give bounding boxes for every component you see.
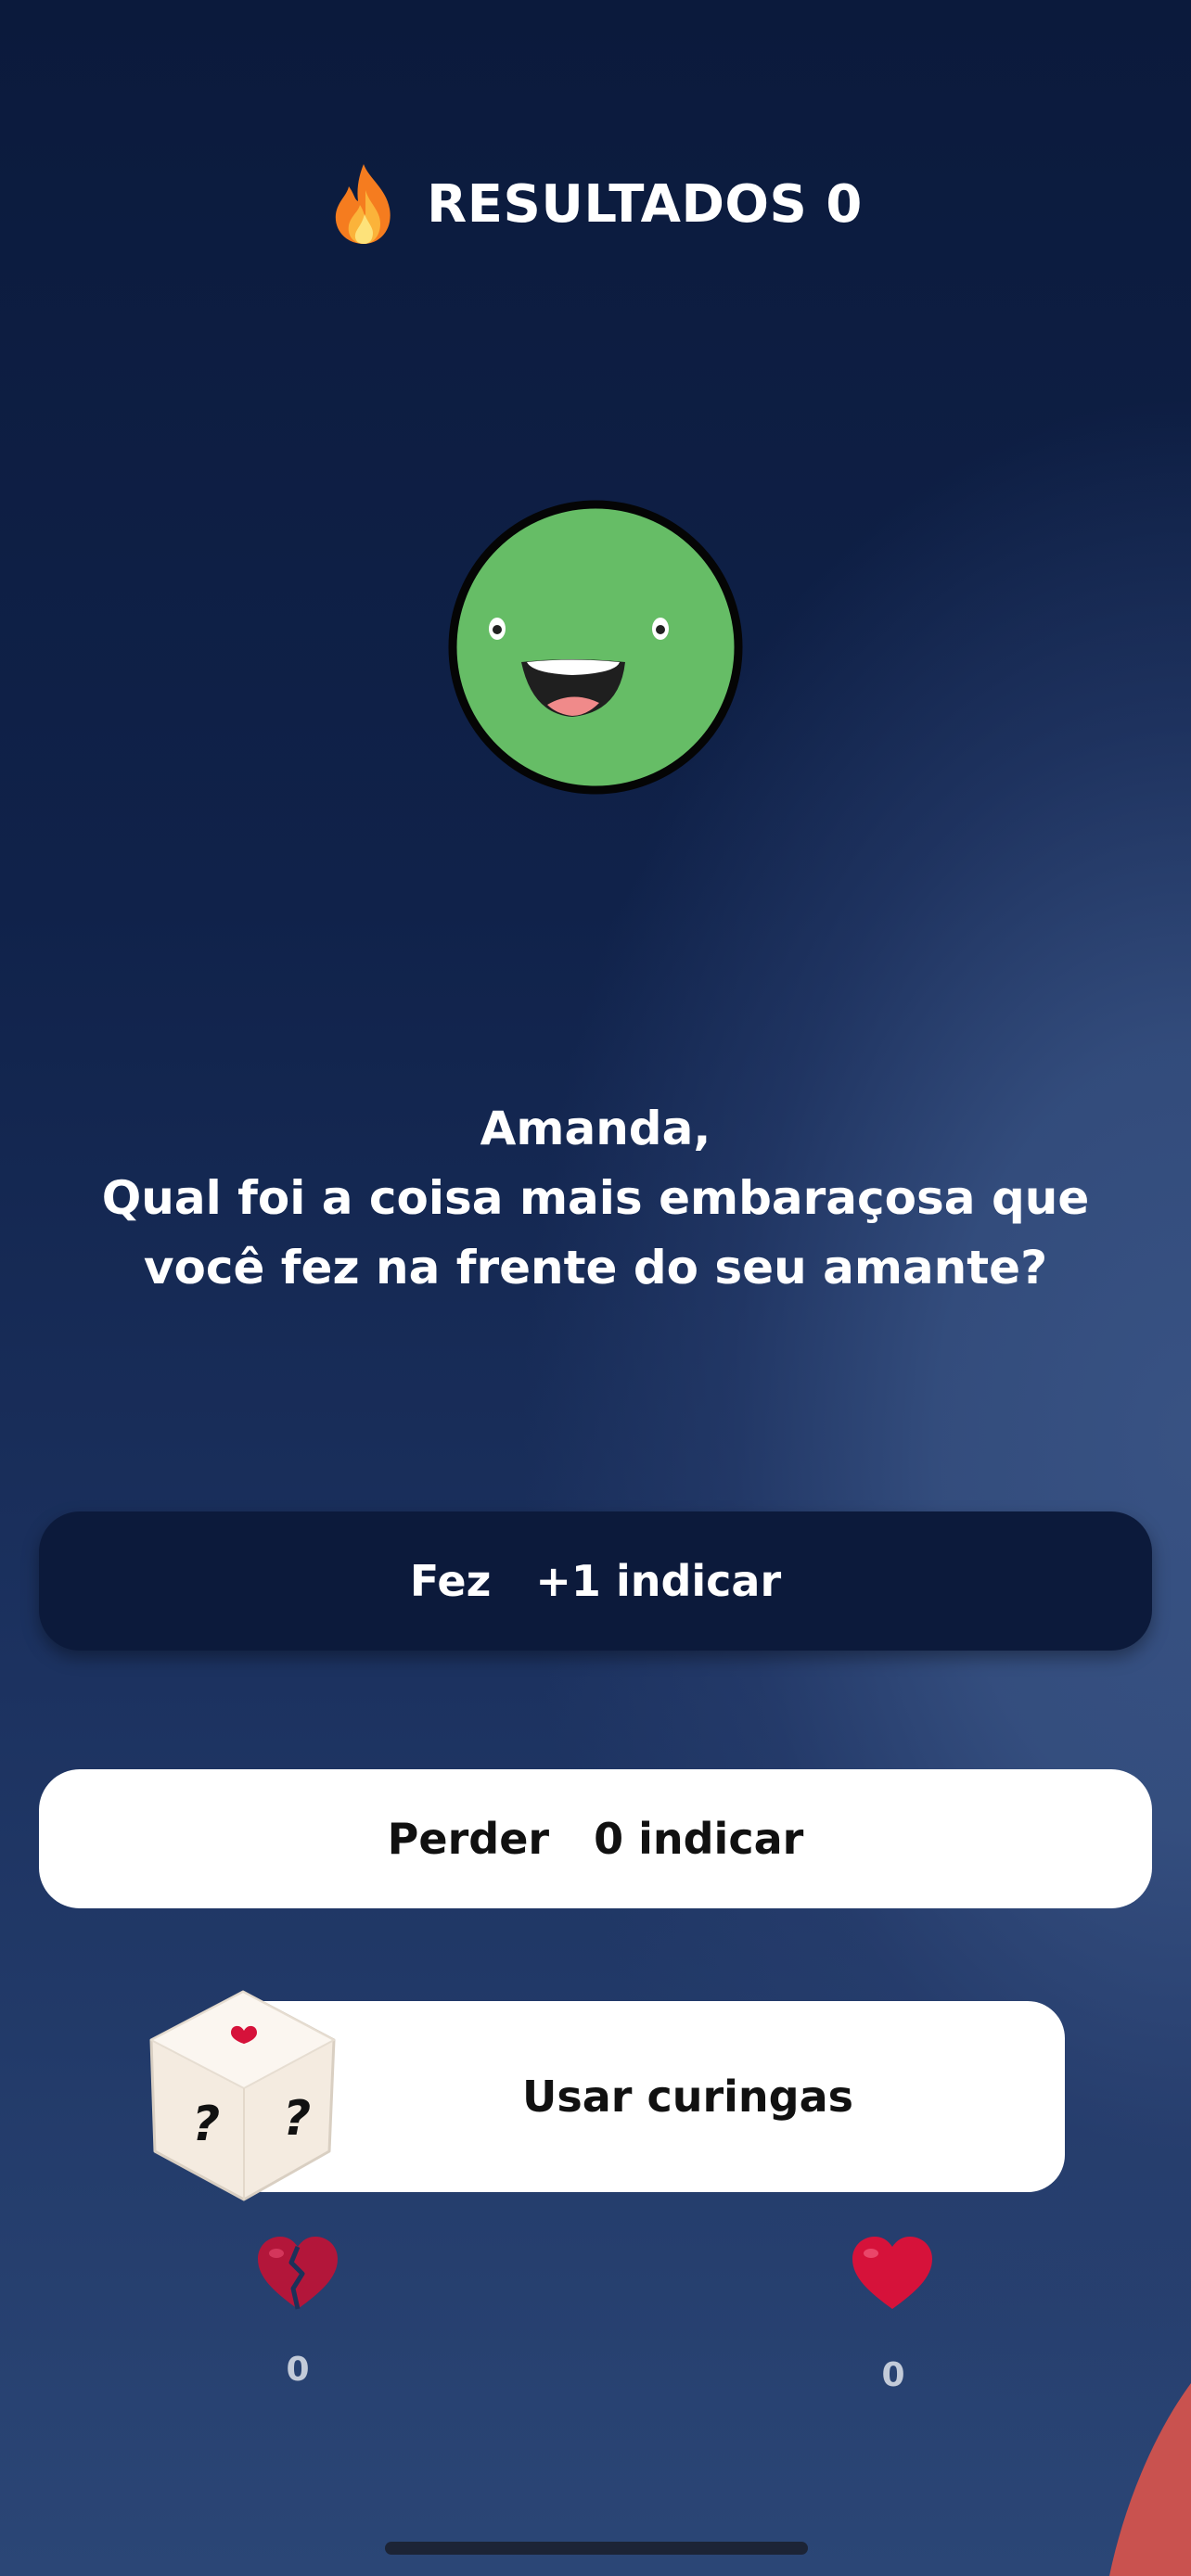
did-points: +1 indicar [535,1556,782,1606]
svg-text:?: ? [283,2091,311,2147]
heart-icon [852,2237,932,2309]
did-button[interactable]: Fez +1 indicar [39,1511,1152,1651]
question-line-1: Qual foi a coisa mais embaraçosa que [101,1171,1090,1225]
lose-points: 0 indicar [594,1814,804,1864]
broken-heart-icon [258,2237,338,2310]
heart-count: 0 [881,2356,905,2394]
svg-text:?: ? [192,2097,220,2152]
use-wildcards-label: Usar curingas [521,2072,854,2122]
fire-icon [335,164,391,244]
lose-button[interactable]: Perder 0 indicar [39,1769,1152,1908]
corner-decoration [1109,2383,1191,2576]
use-wildcards-button[interactable]: Usar curingas [227,2001,1065,2192]
header: RESULTADOS 0 [0,148,1191,260]
did-label: Fez [409,1556,492,1606]
player-name: Amanda, [480,1102,711,1155]
home-indicator[interactable] [385,2542,808,2555]
lose-label: Perder [387,1814,550,1864]
broken-heart-count: 0 [286,2351,310,2389]
page-title: RESULTADOS 0 [427,173,863,235]
smiling-face-icon [448,500,743,795]
question-line-2: você fez na frente do seu amante? [143,1241,1048,1294]
dice-icon[interactable]: ? ? [144,1984,343,2207]
question-text: Amanda, Qual foi a coisa mais embaraçosa… [56,1094,1135,1303]
